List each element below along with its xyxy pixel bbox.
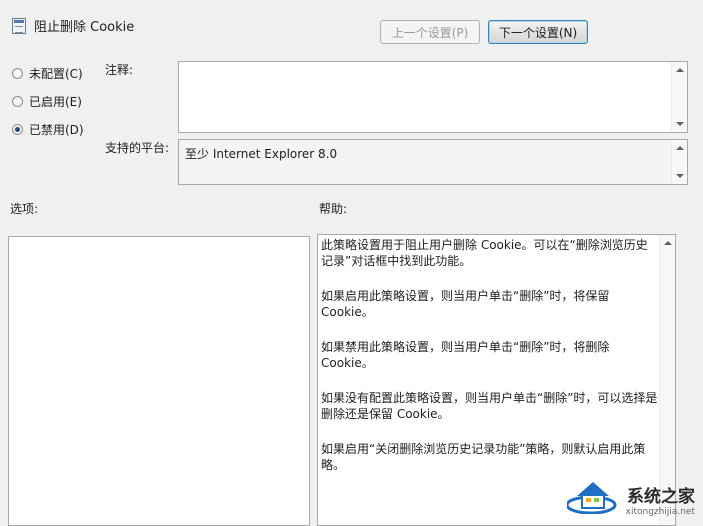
policy-title: 阻止删除 Cookie [34,20,135,35]
scroll-up-icon[interactable] [676,146,684,150]
comment-scrollbar[interactable] [671,62,687,132]
next-setting-button[interactable]: 下一个设置(N) [488,20,588,44]
radio-circle-selected[interactable] [12,123,23,135]
radio-disabled[interactable]: 已禁用(D) [12,120,84,138]
radio-label: 已禁用(D) [29,122,84,137]
radio-circle[interactable] [12,95,23,107]
comment-textarea[interactable] [178,61,688,133]
comment-label: 注释: [105,63,134,77]
help-paragraph: 如果启用此策略设置，则当用户单击“删除”时，将保留 Cookie。 [321,289,610,319]
scroll-up-icon[interactable] [676,68,684,72]
platform-scrollbar[interactable] [671,140,687,184]
options-label: 选项: [10,202,39,216]
policy-icon [12,18,26,34]
radio-label: 未配置(C) [29,66,83,81]
radio-circle[interactable] [12,67,23,79]
watermark-subtext: xitongzhijia.net [625,507,695,517]
help-paragraph: 如果没有配置此策略设置，则当用户单击“删除”时，可以选择是删除还是保留 Cook… [321,391,658,421]
help-label: 帮助: [319,202,348,216]
help-paragraph: 如果禁用此策略设置，则当用户单击“删除”时，将删除 Cookie。 [321,340,610,370]
house-logo-icon [567,482,617,514]
scroll-up-icon[interactable] [664,241,672,245]
radio-enabled[interactable]: 已启用(E) [12,92,82,110]
scroll-down-icon[interactable] [676,174,684,178]
previous-setting-button[interactable]: 上一个设置(P) [380,20,480,44]
radio-label: 已启用(E) [29,94,82,109]
platform-label: 支持的平台: [105,141,170,155]
radio-not-configured[interactable]: 未配置(C) [12,64,83,82]
options-panel[interactable] [8,236,310,526]
help-paragraph: 此策略设置用于阻止用户删除 Cookie。可以在“删除浏览历史记录”对话框中找到… [321,238,648,268]
help-text: 此策略设置用于阻止用户删除 Cookie。可以在“删除浏览历史记录”对话框中找到… [321,237,659,492]
scroll-down-icon[interactable] [676,122,684,126]
platform-value: 至少 Internet Explorer 8.0 [185,147,338,161]
watermark-text: 系统之家 [627,486,695,507]
help-paragraph: 如果启用“关闭删除浏览历史记录功能”策略，则默认启用此策略。 [321,442,646,472]
platform-field: 至少 Internet Explorer 8.0 [178,139,688,185]
